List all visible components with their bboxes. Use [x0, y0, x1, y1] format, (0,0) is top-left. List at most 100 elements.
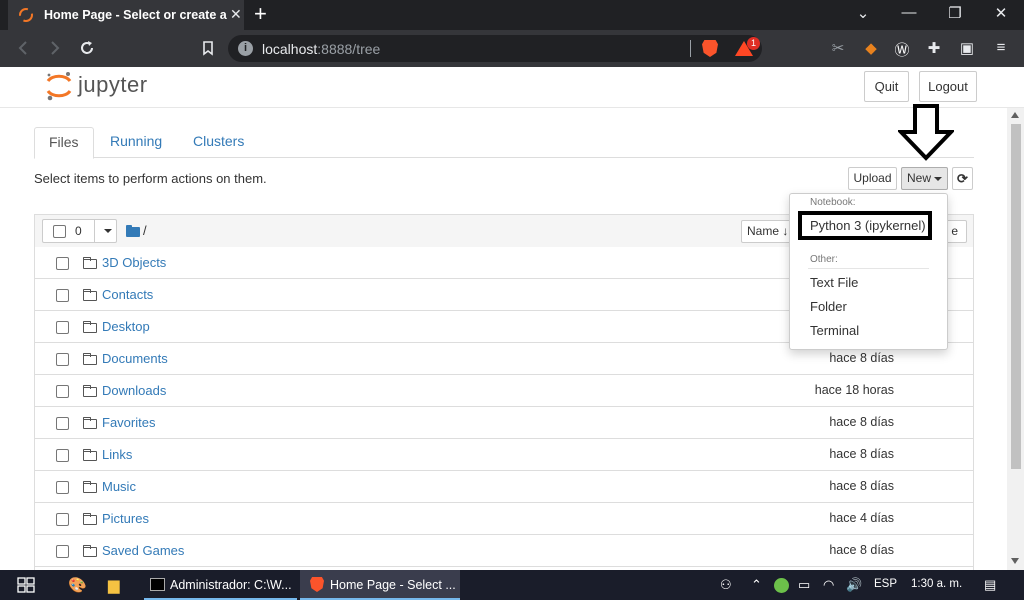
- folder-link[interactable]: Music: [102, 479, 136, 494]
- app-pinned-icon[interactable]: 🎨: [68, 576, 87, 594]
- page-scrollbar[interactable]: [1007, 108, 1024, 570]
- site-info-icon[interactable]: i: [238, 41, 253, 56]
- new-button[interactable]: New: [901, 167, 948, 190]
- scroll-down-icon[interactable]: [1011, 558, 1019, 564]
- extension-w-icon[interactable]: Ⓦ: [892, 39, 912, 60]
- home-folder-icon[interactable]: [126, 225, 140, 237]
- people-icon[interactable]: ⚇: [720, 577, 732, 593]
- row-checkbox[interactable]: [56, 353, 69, 366]
- row-checkbox[interactable]: [56, 481, 69, 494]
- file-explorer-icon[interactable]: ▆: [108, 576, 120, 594]
- show-hidden-icons[interactable]: ⌃: [751, 577, 762, 593]
- scroll-up-icon[interactable]: [1011, 112, 1019, 118]
- url-text[interactable]: localhost:8888/tree: [262, 41, 380, 57]
- reload-icon[interactable]: [77, 40, 97, 56]
- list-item[interactable]: Saved Games hace 8 días: [35, 535, 973, 567]
- quit-button[interactable]: Quit: [864, 71, 909, 102]
- menu-divider: [808, 268, 929, 269]
- folder-link[interactable]: 3D Objects: [102, 255, 166, 270]
- row-checkbox[interactable]: [56, 513, 69, 526]
- jupyter-header: jupyter Quit Logout: [0, 67, 1024, 108]
- new-tab-button[interactable]: +: [254, 3, 267, 25]
- browser-tab-active[interactable]: Home Page - Select or create a no ✕: [8, 0, 244, 30]
- battery-icon[interactable]: ▭: [798, 577, 810, 593]
- row-checkbox[interactable]: [56, 417, 69, 430]
- tab-files[interactable]: Files: [34, 127, 94, 159]
- taskbar-cmd-window[interactable]: Administrador: C:\W...: [144, 570, 297, 600]
- url-host: localhost: [262, 41, 318, 57]
- folder-icon: [82, 384, 97, 397]
- sort-by-name-button[interactable]: Name ↓: [741, 220, 796, 243]
- folder-icon: [82, 480, 97, 493]
- restore-button[interactable]: ❐: [940, 4, 970, 22]
- row-checkbox[interactable]: [56, 449, 69, 462]
- row-checkbox[interactable]: [56, 385, 69, 398]
- list-item[interactable]: Music hace 8 días: [35, 471, 973, 503]
- folder-icon: [82, 448, 97, 461]
- menu-item-folder[interactable]: Folder: [810, 299, 847, 314]
- list-item[interactable]: Links hace 8 días: [35, 439, 973, 471]
- menu-item-text-file[interactable]: Text File: [810, 275, 858, 290]
- select-dropdown-toggle[interactable]: [94, 220, 117, 242]
- scrollbar-thumb[interactable]: [1011, 124, 1021, 469]
- back-icon[interactable]: [13, 40, 33, 56]
- url-separator: [690, 40, 691, 57]
- language-indicator[interactable]: ESP: [874, 578, 897, 590]
- close-window-button[interactable]: ✕: [986, 4, 1016, 22]
- row-checkbox[interactable]: [56, 257, 69, 270]
- select-all-control[interactable]: 0: [42, 219, 117, 243]
- jupyter-logo-text[interactable]: jupyter: [78, 72, 148, 98]
- folder-link[interactable]: Contacts: [102, 287, 153, 302]
- brave-shields-icon[interactable]: [702, 40, 718, 57]
- minimize-button[interactable]: —: [894, 4, 924, 21]
- list-item[interactable]: Downloads hace 18 horas: [35, 375, 973, 407]
- folder-link[interactable]: Documents: [102, 351, 168, 366]
- logout-button[interactable]: Logout: [919, 71, 977, 102]
- list-item[interactable]: Pictures hace 4 días: [35, 503, 973, 535]
- row-checkbox[interactable]: [56, 321, 69, 334]
- tray-app-icon[interactable]: [774, 578, 789, 593]
- upload-button[interactable]: Upload: [848, 167, 897, 190]
- wallet-icon[interactable]: ▣: [957, 39, 977, 57]
- folder-link[interactable]: Pictures: [102, 511, 149, 526]
- list-item[interactable]: Favorites hace 8 días: [35, 407, 973, 439]
- volume-icon[interactable]: 🔊: [846, 577, 862, 593]
- folder-link[interactable]: Favorites: [102, 415, 155, 430]
- new-dropdown-menu: Notebook: Python 3 (ipykernel) Other: Te…: [789, 193, 948, 350]
- breadcrumb[interactable]: /: [143, 223, 147, 238]
- tab-search-icon[interactable]: ⌄: [848, 4, 878, 22]
- main-tabs: Files Running Clusters: [34, 127, 974, 159]
- modified-date: hace 8 días: [829, 543, 894, 557]
- clock[interactable]: 1:30 a. m.: [911, 578, 962, 590]
- menu-item-terminal[interactable]: Terminal: [810, 323, 859, 338]
- metamask-icon[interactable]: ◆: [861, 39, 881, 57]
- browser-toolbar: i localhost:8888/tree 1 ✂ ◆ Ⓦ ✚ ▣ ≡: [0, 30, 1024, 67]
- folder-link[interactable]: Links: [102, 447, 132, 462]
- media-router-icon[interactable]: ✂: [828, 39, 848, 57]
- row-checkbox[interactable]: [56, 289, 69, 302]
- address-bar[interactable]: i localhost:8888/tree 1: [228, 35, 762, 62]
- wifi-icon[interactable]: ◠: [823, 577, 834, 593]
- taskbar-browser-label: Home Page - Select ...: [330, 578, 456, 592]
- selection-hint: Select items to perform actions on them.: [34, 171, 267, 186]
- menu-item-python3-kernel[interactable]: Python 3 (ipykernel): [810, 218, 926, 233]
- taskbar-browser-window[interactable]: Home Page - Select ...: [300, 570, 460, 600]
- extensions-puzzle-icon[interactable]: ✚: [924, 39, 944, 57]
- jupyter-logo-icon[interactable]: [44, 70, 74, 102]
- select-all-checkbox[interactable]: [53, 225, 66, 238]
- folder-link[interactable]: Desktop: [102, 319, 150, 334]
- folder-link[interactable]: Saved Games: [102, 543, 184, 558]
- tab-close-icon[interactable]: ✕: [230, 6, 242, 23]
- task-view-icon[interactable]: [17, 577, 35, 593]
- notifications-icon[interactable]: ▤: [984, 577, 996, 593]
- forward-icon[interactable]: [45, 40, 65, 56]
- folder-link[interactable]: Downloads: [102, 383, 166, 398]
- tab-running[interactable]: Running: [96, 127, 176, 158]
- menu-icon[interactable]: ≡: [991, 39, 1011, 56]
- windows-taskbar: 🎨 ▆ Administrador: C:\W... Home Page - S…: [0, 570, 1024, 600]
- tab-clusters[interactable]: Clusters: [179, 127, 258, 158]
- folder-icon: [82, 288, 97, 301]
- row-checkbox[interactable]: [56, 545, 69, 558]
- bookmark-icon[interactable]: [198, 40, 218, 56]
- refresh-button[interactable]: ⟳: [952, 167, 973, 190]
